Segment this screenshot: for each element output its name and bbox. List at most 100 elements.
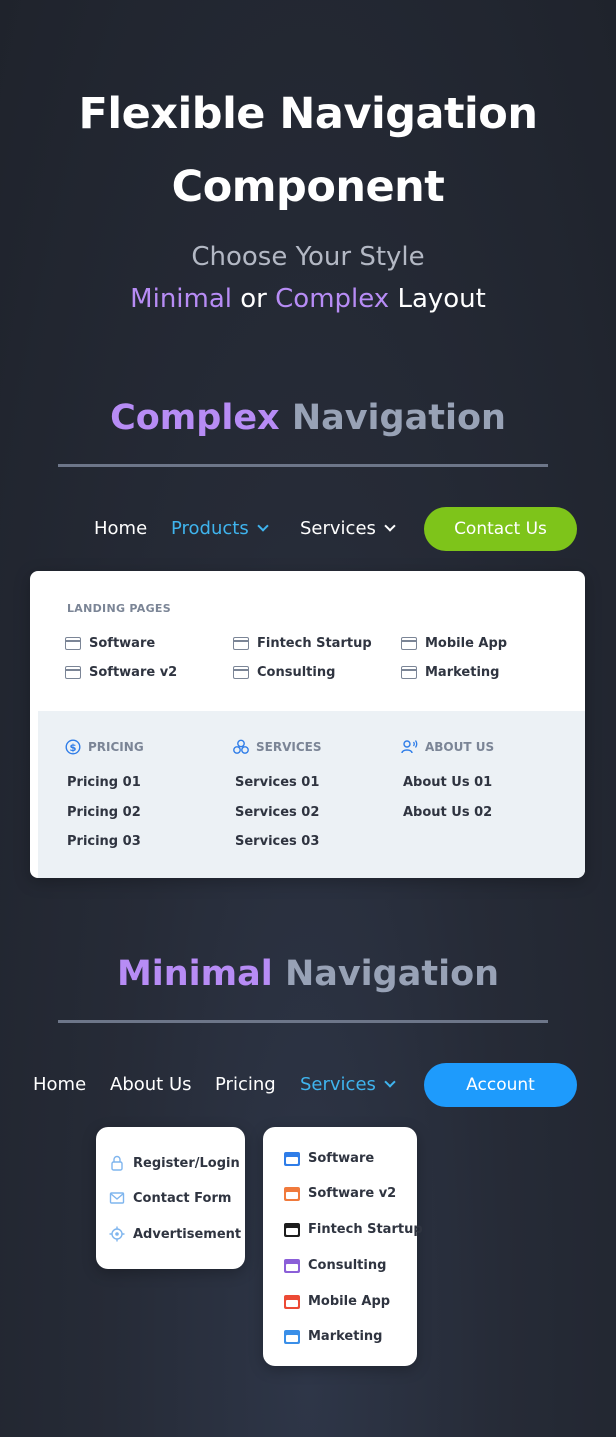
menu-item-pricing-01[interactable]: Pricing 01 — [67, 775, 141, 790]
services-heading: SERVICES — [233, 739, 321, 755]
menu-item-services-02[interactable]: Services 02 — [235, 805, 319, 820]
nav-home[interactable]: Home — [33, 1074, 86, 1095]
window-icon — [284, 1151, 300, 1166]
complex-title-accent: Complex — [110, 398, 280, 438]
hero-subtitle-line2: Minimal or Complex Layout — [0, 284, 616, 314]
complex-navbar: Home Products Services Contact Us — [0, 507, 616, 551]
target-icon — [109, 1226, 125, 1242]
menu-item-software[interactable]: Software — [284, 1151, 374, 1166]
nav-pricing[interactable]: Pricing — [215, 1074, 276, 1095]
about-heading: ABOUT US — [401, 739, 494, 755]
mega-menu-lower-panel: $ PRICING Pricing 01 Pricing 02 Pricing … — [38, 711, 585, 878]
menu-item-label: Mobile App — [308, 1294, 391, 1309]
window-icon — [401, 637, 417, 650]
nav-services[interactable]: Services — [300, 1074, 396, 1095]
menu-item-label: Fintech Startup — [257, 636, 372, 651]
hero-title: Flexible Navigation Component — [0, 78, 616, 224]
window-icon — [65, 666, 81, 679]
user-voice-icon — [401, 740, 418, 754]
minimal-section-title: Minimal Navigation — [0, 954, 616, 994]
menu-item-label: Software — [308, 1151, 375, 1166]
menu-item-label: Consulting — [308, 1258, 387, 1273]
menu-item-contact-form[interactable]: Contact Form — [109, 1190, 231, 1206]
menu-item-register-login[interactable]: Register/Login — [109, 1155, 240, 1171]
about-heading-label: ABOUT US — [425, 740, 495, 754]
window-icon — [284, 1186, 300, 1201]
menu-item-fintech-startup[interactable]: Fintech Startup — [233, 636, 372, 651]
landing-pages-heading: LANDING PAGES — [67, 602, 171, 615]
menu-item-label: Consulting — [257, 665, 336, 680]
window-icon — [284, 1258, 300, 1273]
menu-item-services-01[interactable]: Services 01 — [235, 775, 319, 790]
dollar-circle-icon: $ — [65, 739, 81, 755]
menu-item-mobile-app[interactable]: Mobile App — [284, 1294, 390, 1309]
hero-title-line2: Component — [171, 162, 445, 212]
menu-item-fintech-startup[interactable]: Fintech Startup — [284, 1222, 423, 1237]
nav-about-us[interactable]: About Us — [110, 1074, 192, 1095]
nav-services[interactable]: Services — [300, 518, 396, 539]
subtitle-minimal: Minimal — [130, 284, 232, 314]
window-icon — [233, 666, 249, 679]
chevron-down-icon — [384, 520, 396, 532]
menu-item-advertisement[interactable]: Advertisement — [109, 1226, 241, 1242]
menu-item-label: Mobile App — [425, 636, 508, 651]
cubes-icon — [233, 739, 249, 754]
window-icon — [284, 1329, 300, 1344]
products-mega-menu: LANDING PAGES Software Fintech Startup M… — [30, 571, 585, 878]
menu-item-consulting[interactable]: Consulting — [233, 665, 335, 680]
menu-item-software[interactable]: Software — [65, 636, 155, 651]
menu-item-label: Marketing — [308, 1329, 383, 1344]
menu-item-label: Software v2 — [308, 1186, 397, 1201]
contact-us-button[interactable]: Contact Us — [424, 507, 577, 551]
nav-services-label: Services — [300, 1074, 376, 1095]
pricing-heading-label: PRICING — [88, 740, 144, 754]
menu-item-pricing-03[interactable]: Pricing 03 — [67, 834, 141, 849]
lock-icon — [111, 1155, 123, 1171]
menu-item-about-us-01[interactable]: About Us 01 — [403, 775, 492, 790]
nav-products[interactable]: Products — [171, 518, 269, 539]
complex-section-title: Complex Navigation — [0, 398, 616, 438]
services-dropdown-right: Software Software v2 Fintech Startup Con… — [263, 1127, 423, 1366]
pricing-heading: $ PRICING — [65, 739, 144, 755]
menu-item-marketing[interactable]: Marketing — [401, 665, 499, 680]
menu-item-about-us-02[interactable]: About Us 02 — [403, 805, 492, 820]
menu-item-software-v2[interactable]: Software v2 — [284, 1186, 396, 1201]
window-icon — [284, 1294, 300, 1309]
menu-item-label: Contact Form — [133, 1190, 232, 1206]
minimal-title-accent: Minimal — [116, 954, 273, 994]
menu-item-services-03[interactable]: Services 03 — [235, 834, 319, 849]
menu-item-label: Fintech Startup — [308, 1222, 423, 1237]
menu-item-pricing-02[interactable]: Pricing 02 — [67, 805, 141, 820]
minimal-navbar: Home About Us Pricing Services Account — [0, 1063, 616, 1107]
menu-item-label: Register/Login — [133, 1155, 240, 1171]
svg-text:$: $ — [70, 743, 77, 754]
subtitle-layout: Layout — [397, 284, 486, 314]
chevron-down-icon — [384, 1076, 396, 1088]
menu-item-mobile-app[interactable]: Mobile App — [401, 636, 507, 651]
complex-divider — [58, 464, 548, 467]
services-dropdown-left: Register/Login Contact Form Advertisemen… — [96, 1127, 245, 1269]
window-icon — [233, 637, 249, 650]
window-icon — [401, 666, 417, 679]
menu-item-marketing[interactable]: Marketing — [284, 1329, 382, 1344]
menu-item-label: Advertisement — [133, 1226, 242, 1242]
menu-item-label: Software v2 — [89, 665, 178, 680]
window-icon — [284, 1222, 300, 1237]
subtitle-or: or — [240, 284, 267, 314]
menu-item-label: Marketing — [425, 665, 500, 680]
minimal-divider — [58, 1020, 548, 1023]
menu-item-consulting[interactable]: Consulting — [284, 1258, 386, 1273]
menu-item-software-v2[interactable]: Software v2 — [65, 665, 177, 680]
nav-services-label: Services — [300, 518, 376, 539]
hero-title-line1: Flexible Navigation — [78, 89, 538, 139]
hero-subtitle-line1: Choose Your Style — [191, 242, 425, 272]
chevron-down-icon — [257, 520, 269, 532]
window-icon — [65, 637, 81, 650]
mail-icon — [109, 1192, 125, 1204]
nav-products-label: Products — [171, 518, 249, 539]
complex-title-rest: Navigation — [291, 398, 506, 438]
minimal-title-rest: Navigation — [284, 954, 500, 994]
nav-home[interactable]: Home — [94, 518, 147, 539]
menu-item-label: Software — [89, 636, 156, 651]
account-button[interactable]: Account — [424, 1063, 577, 1107]
